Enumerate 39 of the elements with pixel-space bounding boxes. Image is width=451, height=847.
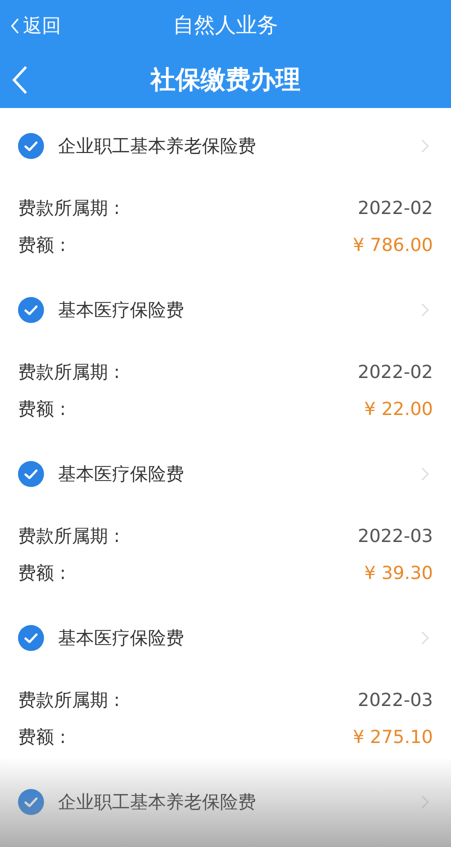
amount-value: ¥ 39.30	[364, 562, 433, 586]
item-name: 基本医疗保险费	[58, 626, 185, 650]
checkbox[interactable]	[18, 461, 44, 487]
amount-value: ¥ 275.10	[352, 726, 433, 750]
back-icon	[12, 65, 28, 95]
chevron-icon	[421, 795, 429, 809]
item-name: 企业职工基本养老保险费	[58, 134, 257, 158]
item-name: 基本医疗保险费	[58, 298, 185, 322]
chevron-icon	[421, 303, 429, 317]
period-value: 2022-03	[358, 689, 433, 713]
period-label: 费款所属期 :	[18, 197, 120, 221]
period-label: 费款所属期 :	[18, 361, 120, 385]
item-name: 基本医疗保险费	[58, 462, 185, 486]
amount-label: 费额 :	[18, 398, 66, 422]
app-title: 自然人业务	[173, 12, 278, 40]
item-header[interactable]: 基本医疗保险费	[0, 446, 451, 502]
amount-label: 费额 :	[18, 234, 66, 258]
page-title: 社保缴费办理	[150, 64, 300, 96]
chevron-icon	[421, 631, 429, 645]
amount-label: 费额 :	[18, 726, 66, 750]
chevron-icon	[421, 139, 429, 153]
item-name: 企业职工基本养老保险费	[58, 790, 257, 814]
period-value: 2022-02	[358, 197, 433, 221]
item-header[interactable]: 企业职工基本养老保险费	[0, 118, 451, 174]
checkbox[interactable]	[18, 133, 44, 159]
amount-label: 费额 :	[18, 562, 66, 586]
checkbox[interactable]	[18, 297, 44, 323]
period-label: 费款所属期 :	[18, 525, 120, 549]
period-value: 2022-03	[358, 525, 433, 549]
period-value: 2022-02	[358, 361, 433, 385]
chevron-icon	[421, 467, 429, 481]
back-icon	[10, 17, 20, 35]
amount-value: ¥ 786.00	[352, 234, 433, 258]
checkbox[interactable]	[18, 625, 44, 651]
item-header[interactable]: 基本医疗保险费	[0, 610, 451, 666]
period-label: 费款所属期 :	[18, 689, 120, 713]
checkbox[interactable]	[18, 789, 44, 815]
item-header[interactable]: 基本医疗保险费	[0, 282, 451, 338]
amount-value: ¥ 22.00	[364, 398, 433, 422]
